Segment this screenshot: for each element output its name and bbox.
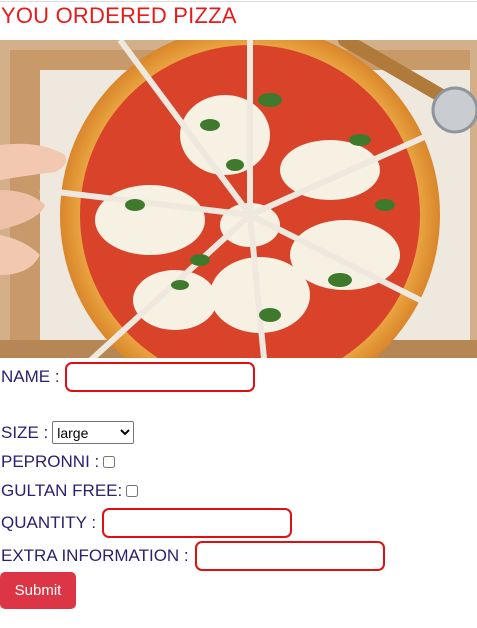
- quantity-field[interactable]: [102, 508, 293, 538]
- quantity-label: QUANTITY :: [1, 513, 97, 532]
- extra-info-row: EXTRA INFORMATION :: [1, 541, 385, 571]
- quantity-row: QUANTITY :: [1, 508, 293, 538]
- name-row: NAME :: [1, 362, 255, 392]
- pizza-photo: [0, 40, 477, 358]
- extra-info-label: EXTRA INFORMATION :: [1, 546, 189, 565]
- gluten-free-label: GULTAN FREE:: [1, 481, 123, 500]
- pepperoni-checkbox[interactable]: [103, 456, 116, 468]
- pepperoni-label: PEPRONNI :: [1, 452, 100, 471]
- extra-info-field[interactable]: [194, 541, 385, 571]
- gluten-row: GULTAN FREE:: [1, 481, 139, 501]
- size-label: SIZE :: [1, 422, 49, 442]
- top-divider: [0, 1, 477, 2]
- gluten-free-checkbox[interactable]: [126, 485, 139, 497]
- name-field[interactable]: [64, 362, 255, 392]
- name-label: NAME :: [1, 367, 60, 386]
- size-select[interactable]: large: [52, 421, 135, 444]
- submit-button[interactable]: Submit: [0, 572, 76, 609]
- pepperoni-row: PEPRONNI :: [1, 452, 116, 472]
- size-row: SIZE : large: [1, 421, 135, 444]
- page-title: YOU ORDERED PIZZA: [1, 3, 237, 28]
